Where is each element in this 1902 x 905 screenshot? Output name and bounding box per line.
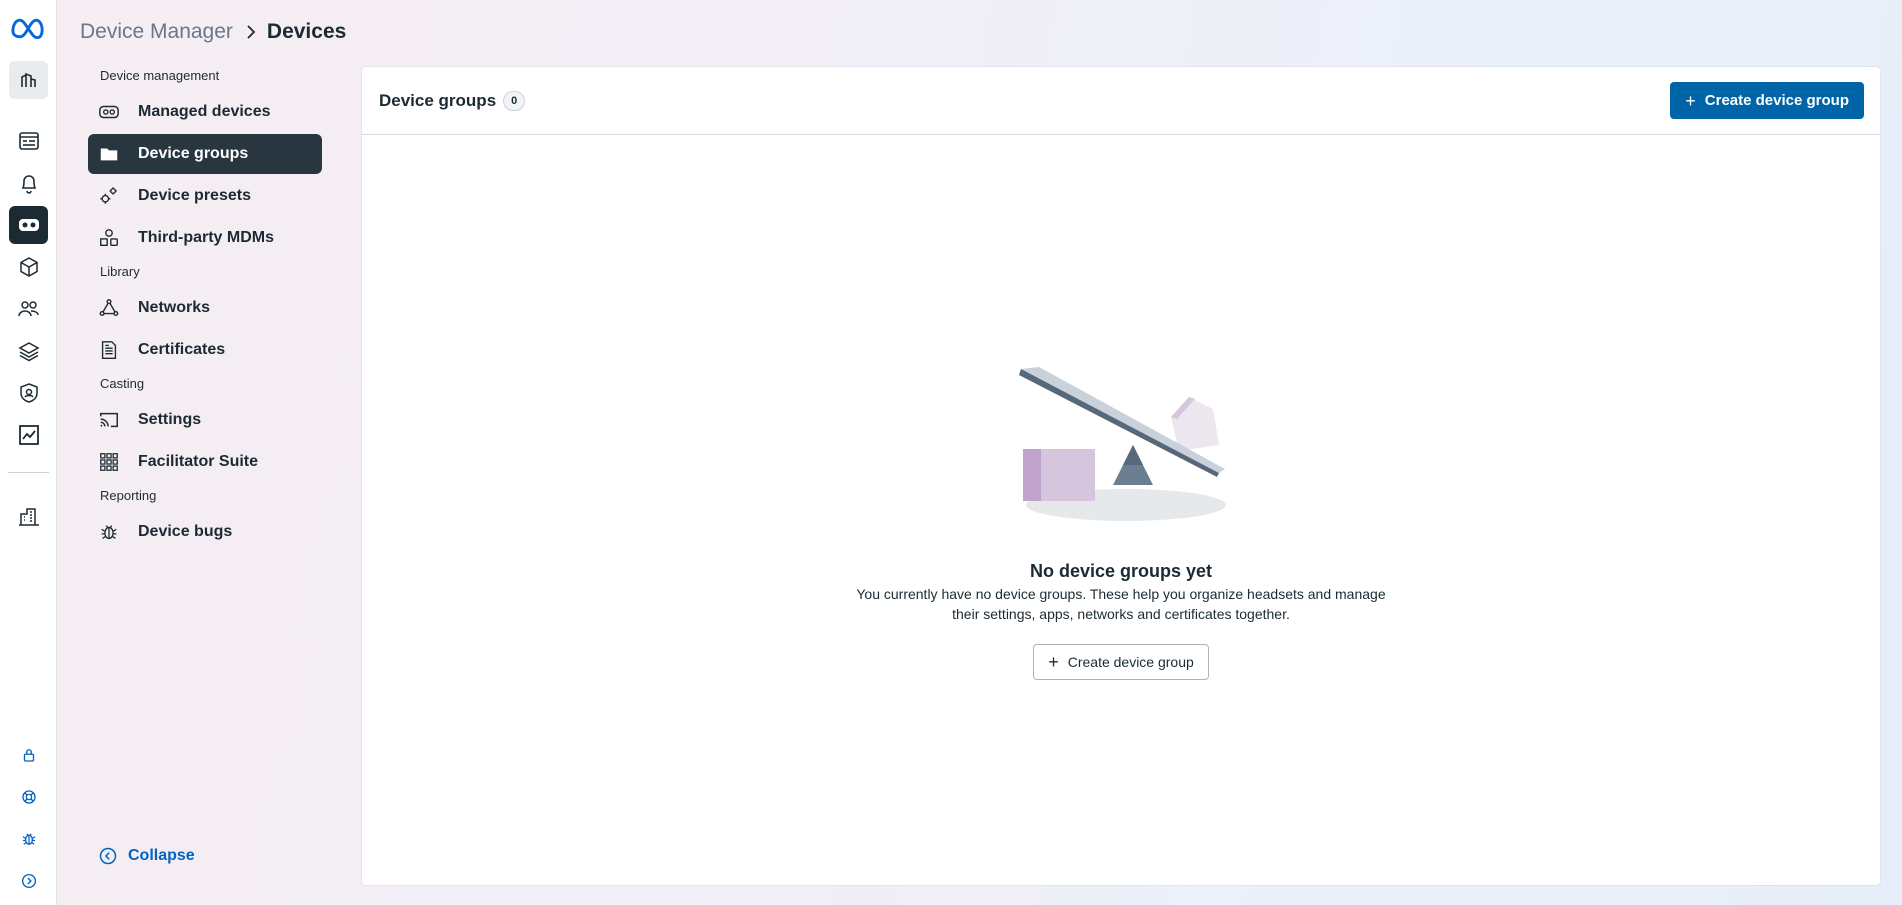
button-label: Create device group bbox=[1067, 654, 1194, 670]
chart-icon[interactable] bbox=[9, 416, 48, 454]
empty-state: No device groups yet You currently have … bbox=[362, 347, 1880, 680]
breadcrumb-parent[interactable]: Device Manager bbox=[80, 20, 233, 44]
collapse-label: Collapse bbox=[128, 847, 195, 864]
expand-icon[interactable] bbox=[9, 862, 48, 900]
empty-state-heading: No device groups yet bbox=[1029, 561, 1213, 581]
collapse-button[interactable]: Collapse bbox=[98, 846, 195, 866]
sidebar-item-label: Settings bbox=[138, 411, 202, 428]
lock-icon[interactable] bbox=[9, 736, 48, 774]
sidebar-item-label: Managed devices bbox=[138, 103, 271, 120]
seesaw-illustration bbox=[1019, 367, 1226, 521]
network-icon bbox=[98, 297, 120, 319]
vr-headset-icon[interactable] bbox=[9, 206, 48, 244]
chevron-left-circle-icon bbox=[99, 847, 117, 865]
panel-title: Device groups 0 bbox=[379, 90, 526, 111]
grid-icon bbox=[98, 451, 120, 473]
empty-description-line: You currently have no device groups. The… bbox=[856, 586, 1386, 602]
sidebar-item-third-party-mdms[interactable]: Third-party MDMs bbox=[88, 218, 322, 258]
layers-icon[interactable] bbox=[9, 332, 48, 370]
breadcrumb-current: Devices bbox=[266, 20, 347, 43]
plus-icon: + bbox=[1685, 90, 1696, 111]
empty-description-line: their settings, apps, networks and certi… bbox=[952, 606, 1290, 622]
gears-icon bbox=[98, 185, 120, 207]
icon-rail bbox=[0, 0, 57, 905]
sidebar-item-settings[interactable]: Settings bbox=[88, 400, 322, 440]
empty-create-device-group-button[interactable]: + Create device group bbox=[1033, 644, 1209, 680]
panel-header: Device groups 0 + Create device group bbox=[362, 67, 1880, 135]
users-icon[interactable] bbox=[9, 290, 48, 328]
sidebar-item-device-presets[interactable]: Device presets bbox=[88, 176, 322, 216]
meta-logo-icon[interactable] bbox=[9, 8, 48, 46]
browser-window-icon[interactable] bbox=[9, 122, 48, 160]
chevron-right-icon bbox=[245, 24, 257, 40]
bug-icon bbox=[98, 521, 120, 543]
cube-icon[interactable] bbox=[9, 248, 48, 286]
folder-icon bbox=[98, 143, 120, 165]
cast-icon bbox=[98, 409, 120, 431]
sidebar-item-label: Third-party MDMs bbox=[138, 229, 274, 246]
sidebar-item-label: Facilitator Suite bbox=[138, 453, 259, 470]
sidebar-item-managed-devices[interactable]: Managed devices bbox=[88, 92, 322, 132]
bug-icon[interactable] bbox=[9, 820, 48, 858]
sidebar-item-label: Certificates bbox=[138, 341, 226, 358]
vr-headset-icon bbox=[98, 101, 120, 123]
panel-title-text: Device groups bbox=[379, 90, 497, 110]
nav-section-label: Device management bbox=[100, 68, 220, 83]
button-label: Create device group bbox=[1704, 92, 1849, 109]
document-icon bbox=[98, 339, 120, 361]
shapes-icon bbox=[98, 227, 120, 249]
sidebar-item-certificates[interactable]: Certificates bbox=[88, 330, 322, 370]
sidebar-item-device-groups[interactable]: Device groups bbox=[88, 134, 322, 174]
sidebar-item-label: Device bugs bbox=[138, 523, 233, 540]
breadcrumb: Device Manager Devices bbox=[80, 20, 346, 44]
sidebar-item-label: Device presets bbox=[138, 187, 251, 204]
buildings-icon[interactable] bbox=[9, 61, 48, 99]
lifebuoy-icon[interactable] bbox=[9, 778, 48, 816]
shield-icon[interactable] bbox=[9, 374, 48, 412]
sidebar-item-facilitator-suite[interactable]: Facilitator Suite bbox=[88, 442, 322, 482]
nav-section-label: Casting bbox=[100, 376, 145, 391]
office-building-icon[interactable] bbox=[9, 498, 48, 536]
nav-section-label: Library bbox=[100, 264, 140, 279]
empty-state-description: You currently have no device groups. The… bbox=[362, 584, 1880, 624]
sidebar-item-label: Device groups bbox=[138, 145, 249, 162]
sidebar-nav: Device management Managed devices Device… bbox=[88, 66, 322, 554]
plus-icon: + bbox=[1048, 652, 1059, 672]
count-badge: 0 bbox=[503, 90, 526, 111]
nav-section-label: Reporting bbox=[100, 488, 157, 503]
bell-icon[interactable] bbox=[9, 164, 48, 202]
device-groups-panel: Device groups 0 + Create device group No… bbox=[362, 67, 1880, 885]
create-device-group-button[interactable]: + Create device group bbox=[1670, 82, 1864, 119]
sidebar-item-device-bugs[interactable]: Device bugs bbox=[88, 512, 322, 552]
sidebar-item-label: Networks bbox=[138, 299, 211, 316]
sidebar-item-networks[interactable]: Networks bbox=[88, 288, 322, 328]
